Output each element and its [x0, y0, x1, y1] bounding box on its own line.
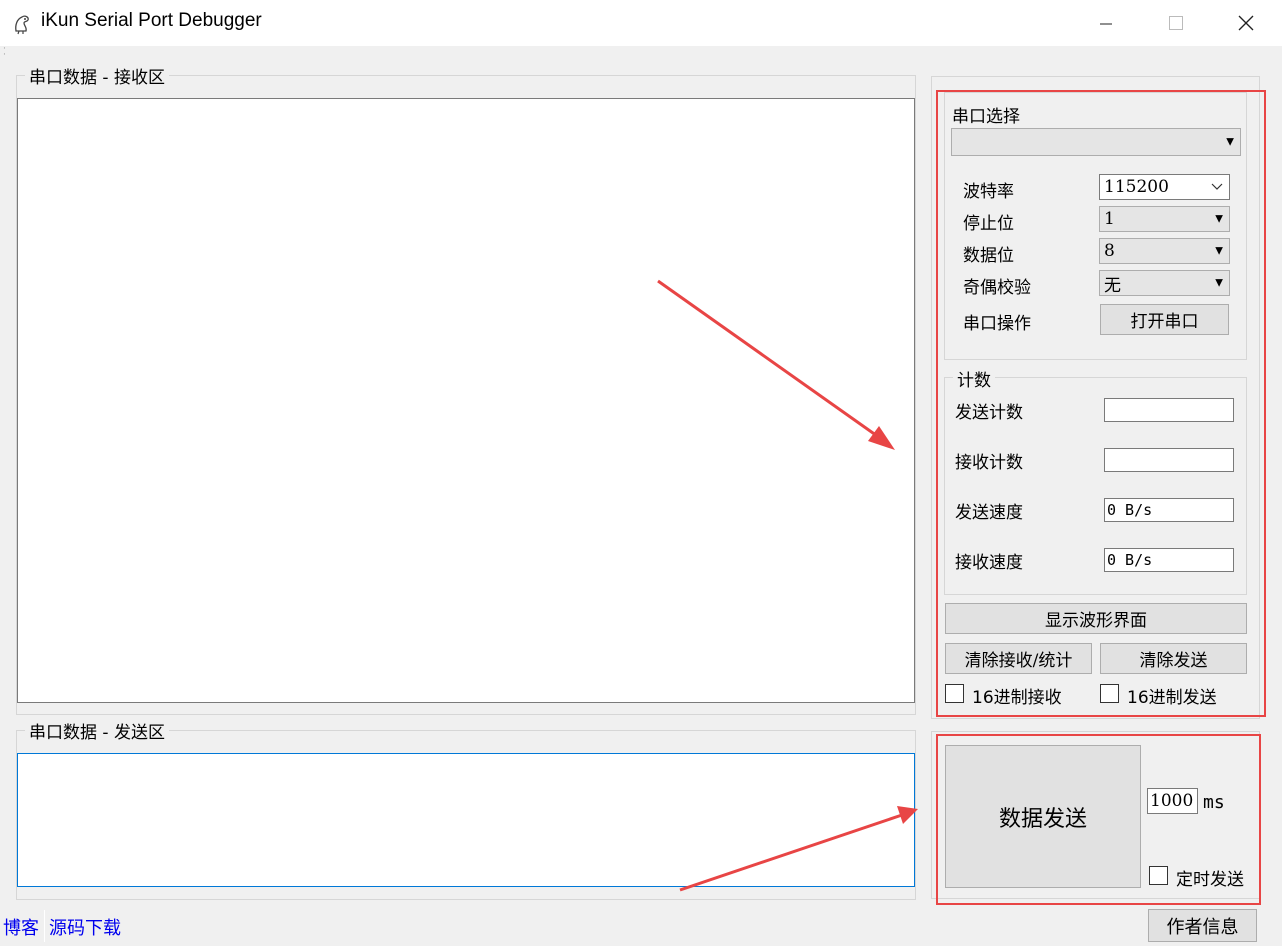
close-button[interactable]: [1211, 0, 1281, 46]
baud-label: 波特率: [963, 182, 1014, 202]
send-count-field[interactable]: [1104, 398, 1234, 422]
send-textarea[interactable]: [17, 753, 915, 887]
port-op-label: 串口操作: [963, 314, 1031, 334]
show-waveform-button[interactable]: 显示波形界面: [945, 603, 1247, 634]
blog-link[interactable]: 博客: [3, 914, 39, 940]
recv-speed-field[interactable]: 0 B/s: [1104, 548, 1234, 572]
receive-textarea[interactable]: [17, 98, 915, 703]
source-download-link[interactable]: 源码下载: [49, 914, 121, 940]
data-bits-label: 数据位: [963, 246, 1014, 266]
recv-count-field[interactable]: [1104, 448, 1234, 472]
stop-bits-value: 1: [1104, 209, 1115, 229]
baud-value: 115200: [1104, 177, 1169, 197]
open-port-button[interactable]: 打开串口: [1100, 304, 1229, 335]
dropdown-arrow-icon: ▼: [1215, 213, 1223, 225]
dropdown-arrow-icon: ▼: [1215, 277, 1223, 289]
window-title: iKun Serial Port Debugger: [41, 10, 262, 31]
hex-receive-checkbox[interactable]: [945, 684, 964, 703]
data-bits-select[interactable]: 8 ▼: [1099, 238, 1230, 264]
maximize-button[interactable]: [1141, 0, 1211, 46]
interval-unit: ms: [1203, 792, 1225, 813]
interval-input[interactable]: 1000: [1147, 788, 1198, 814]
author-info-button[interactable]: 作者信息: [1148, 909, 1257, 942]
timed-send-checkbox[interactable]: [1149, 866, 1168, 885]
send-data-button[interactable]: 数据发送: [945, 745, 1141, 888]
parity-label: 奇偶校验: [963, 278, 1031, 298]
send-count-label: 发送计数: [955, 403, 1023, 423]
dropdown-arrow-icon: ▼: [1215, 245, 1223, 257]
count-group-title: 计数: [953, 366, 995, 391]
minimize-button[interactable]: [1071, 0, 1141, 46]
minimize-icon: [1100, 23, 1112, 25]
recv-count-label: 接收计数: [955, 453, 1023, 473]
port-select-label: 串口选择: [952, 107, 1020, 127]
close-icon: [1238, 15, 1254, 31]
stop-bits-select[interactable]: 1 ▼: [1099, 206, 1230, 232]
clear-send-button[interactable]: 清除发送: [1100, 643, 1247, 674]
recv-speed-label: 接收速度: [955, 553, 1023, 573]
clear-receive-button[interactable]: 清除接收/统计: [945, 643, 1092, 674]
footer-divider: [44, 910, 45, 942]
baud-select[interactable]: 115200: [1099, 174, 1230, 200]
stop-bits-label: 停止位: [963, 214, 1014, 234]
port-select[interactable]: ▼: [951, 128, 1241, 156]
dropdown-arrow-icon: ▼: [1226, 136, 1234, 148]
data-bits-value: 8: [1104, 241, 1115, 261]
send-speed-field[interactable]: 0 B/s: [1104, 498, 1234, 522]
maximize-icon: [1169, 16, 1183, 30]
receive-group-title: 串口数据 - 接收区: [25, 63, 169, 88]
hex-send-checkbox[interactable]: [1100, 684, 1119, 703]
chevron-down-icon: [1211, 176, 1223, 196]
grip-handle: · ·: [3, 44, 6, 60]
kun-icon: [11, 11, 35, 35]
timed-send-label: 定时发送: [1176, 870, 1244, 890]
hex-receive-label: 16进制接收: [972, 688, 1062, 708]
send-group-title: 串口数据 - 发送区: [25, 718, 169, 743]
parity-value: 无: [1104, 275, 1121, 296]
send-speed-label: 发送速度: [955, 503, 1023, 523]
parity-select[interactable]: 无 ▼: [1099, 270, 1230, 296]
hex-send-label: 16进制发送: [1127, 688, 1217, 708]
